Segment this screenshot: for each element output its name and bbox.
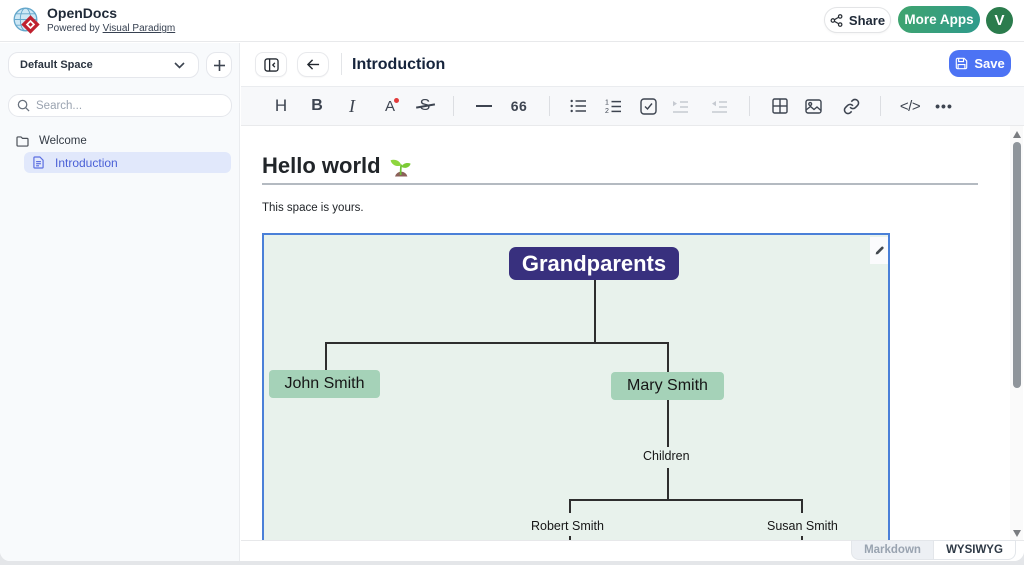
svg-text:2: 2 xyxy=(605,108,609,114)
svg-text:1: 1 xyxy=(605,99,609,106)
